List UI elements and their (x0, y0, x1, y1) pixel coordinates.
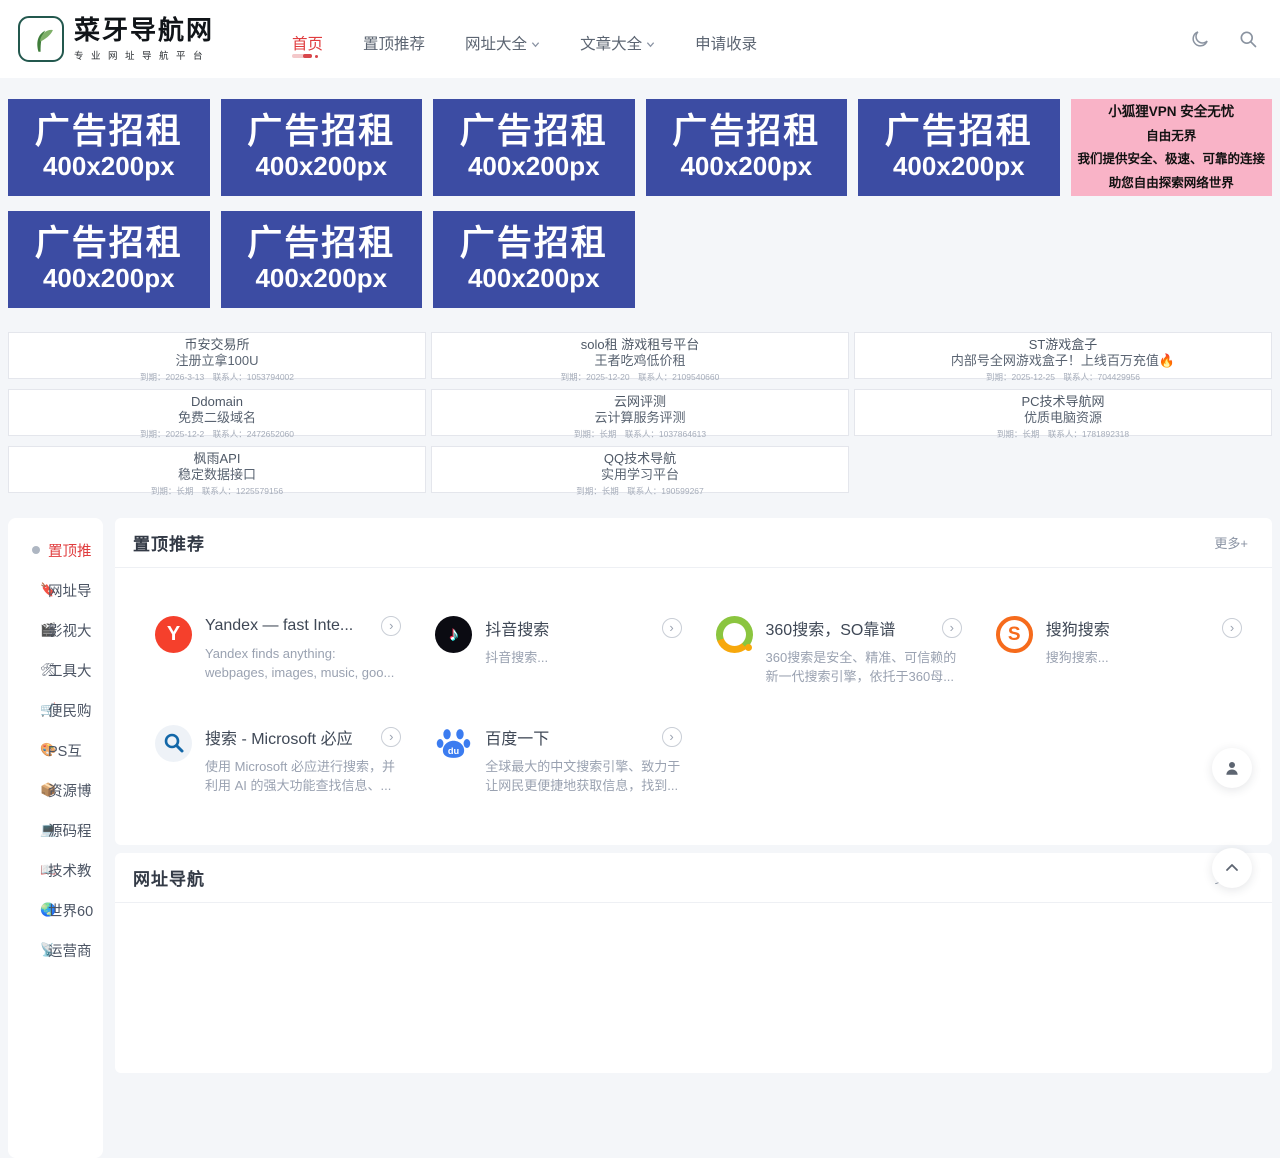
section-title: 网址导航 (133, 865, 205, 890)
site-card-bing[interactable]: 搜索 - Microsoft 必应 › 使用 Microsoft 必应进行搜索，… (155, 725, 401, 796)
site-card-360search[interactable]: 360搜索，SO靠谱 › 360搜索是安全、精准、可信赖的新一代搜索引擎，依托于… (716, 616, 962, 687)
ad-banner-line1: 广告招租 (35, 113, 183, 152)
vpn-ad-line: 助您自由探索网络世界 (1109, 172, 1234, 195)
sidebar-item-sourcecode[interactable]: 💻 源码程 (8, 810, 103, 850)
sidebar-item-websites[interactable]: 🔖 网址导 (8, 570, 103, 610)
text-ad-solo-rent[interactable]: solo租 游戏租号平台 王者吃鸡低价租 到期：2025-12-20 联系人：2… (431, 332, 849, 379)
ad-banner[interactable]: 广告招租 400x200px (433, 99, 635, 196)
ad-banner[interactable]: 广告招租 400x200px (433, 211, 635, 308)
ad-banner[interactable]: 广告招租 400x200px (8, 211, 210, 308)
site-card-sogou[interactable]: S 搜狗搜索 › 搜狗搜索... (996, 616, 1242, 687)
site-card-douyin[interactable]: ♪ 抖音搜索 › 抖音搜索... (435, 616, 681, 687)
sogou-icon: S (996, 616, 1033, 653)
sidebar-item-shopping[interactable]: 🛒 便民购 (8, 690, 103, 730)
text-ad-ddomain[interactable]: Ddomain 免费二级域名 到期：2025-12-2 联系人：24726520… (8, 389, 426, 436)
ad-banner[interactable]: 广告招租 400x200px (858, 99, 1060, 196)
site-title: 菜牙导航网 (74, 16, 214, 45)
person-icon (1223, 759, 1241, 777)
text-ad-qq-tech[interactable]: QQ技术导航 实用学习平台 到期：长期 联系人：190599267 (431, 446, 849, 493)
nav-submit-label: 申请收录 (695, 32, 757, 54)
arrow-right-icon[interactable]: › (662, 618, 682, 638)
chevron-up-icon (1224, 860, 1240, 876)
arrow-right-icon[interactable]: › (662, 727, 682, 747)
sidebar-item-operators[interactable]: 📡 运营商 (8, 930, 103, 970)
nav-home-label: 首页 (292, 32, 323, 54)
vpn-ad-line: 自由无界 (1146, 125, 1196, 148)
ad-banner[interactable]: 广告招租 400x200px (221, 99, 423, 196)
douyin-icon: ♪ (435, 616, 472, 653)
svg-text:du: du (448, 746, 460, 756)
site-card-grid: Y Yandex — fast Inte... › Yandex finds a… (115, 568, 1272, 795)
text-ad-yunwang[interactable]: 云网评测 云计算服务评测 到期：长期 联系人：1037864613 (431, 389, 849, 436)
chevron-down-icon (646, 40, 655, 49)
ad-banner[interactable]: 广告招租 400x200px (646, 99, 848, 196)
active-bullet-icon (32, 546, 40, 554)
text-ad-grid: 币安交易所 注册立拿100U 到期：2026-3-13 联系人：10537940… (8, 332, 1272, 493)
bing-search-icon (155, 725, 192, 762)
sidebar-item-ps[interactable]: 🎨 PS互 (8, 730, 103, 770)
360-search-icon (716, 616, 753, 653)
ad-banner[interactable]: 广告招租 400x200px (8, 99, 210, 196)
sidebar-item-tools[interactable]: 🛠 工具大 (8, 650, 103, 690)
user-profile-button[interactable] (1212, 748, 1252, 788)
vpn-ad-banner[interactable]: 小狐狸VPN 安全无忧 自由无界 我们提供安全、极速、可靠的连接 助您自由探索网… (1071, 99, 1273, 196)
vpn-ad-line: 小狐狸VPN 安全无忧 (1108, 100, 1234, 125)
more-link[interactable]: 更多+ (1214, 533, 1248, 552)
ad-banner-grid: 广告招租 400x200px 广告招租 400x200px 广告招租 400x2… (8, 99, 1272, 308)
arrow-right-icon[interactable]: › (381, 727, 401, 747)
nav-sites[interactable]: 网址大全 (465, 24, 540, 54)
header: 菜牙导航网 专业网址导航平台 首页 置顶推荐 网址大全 文章大全 申请收录 (0, 0, 1280, 78)
text-ad-pc-tech[interactable]: PC技术导航网 优质电脑资源 到期：长期 联系人：1781892318 (854, 389, 1272, 436)
text-ad-st-gamebox[interactable]: ST游戏盒子 内部号全网游戏盒子！上线百万充值🔥 到期：2025-12-25 联… (854, 332, 1272, 379)
nav-home[interactable]: 首页 (292, 24, 323, 54)
dark-mode-moon-icon[interactable] (1190, 29, 1210, 49)
chevron-down-icon (531, 40, 540, 49)
baidu-paw-icon: du (435, 725, 472, 762)
site-subtitle: 专业网址导航平台 (74, 48, 214, 62)
sidebar-item-tutorials[interactable]: 📖 技术教 (8, 850, 103, 890)
websites-section: 网址导航 更多+ (115, 853, 1272, 1073)
header-icons (1190, 29, 1258, 49)
text-ad-binance[interactable]: 币安交易所 注册立拿100U 到期：2026-3-13 联系人：10537940… (8, 332, 426, 379)
main-nav: 首页 置顶推荐 网址大全 文章大全 申请收录 (292, 24, 757, 54)
arrow-right-icon[interactable]: › (381, 616, 401, 636)
category-sidebar: 置顶推 🔖 网址导 🎬 影视大 🛠 工具大 🛒 便民购 🎨 PS互 📦 资源博 … (8, 518, 103, 1158)
sidebar-item-movies[interactable]: 🎬 影视大 (8, 610, 103, 650)
pinned-section: 置顶推荐 更多+ Y Yandex — fast Inte... › Yande… (115, 518, 1272, 845)
sidebar-item-world60[interactable]: 🌏 世界60 (8, 890, 103, 930)
nav-pinned[interactable]: 置顶推荐 (363, 24, 425, 54)
section-title: 置顶推荐 (133, 530, 205, 555)
sidebar-item-resources[interactable]: 📦 资源博 (8, 770, 103, 810)
active-underline (292, 54, 318, 58)
nav-sites-label: 网址大全 (465, 32, 527, 54)
nav-articles-label: 文章大全 (580, 32, 642, 54)
logo-text: 菜牙导航网 专业网址导航平台 (74, 16, 214, 63)
site-logo[interactable]: 菜牙导航网 专业网址导航平台 (18, 16, 214, 63)
ad-banner[interactable]: 广告招租 400x200px (221, 211, 423, 308)
search-icon[interactable] (1238, 29, 1258, 49)
ad-banner-line2: 400x200px (43, 151, 175, 182)
arrow-right-icon[interactable]: › (1222, 618, 1242, 638)
arrow-right-icon[interactable]: › (942, 618, 962, 638)
nav-submit[interactable]: 申请收录 (695, 24, 757, 54)
logo-sprout-icon (18, 16, 64, 62)
vpn-ad-line: 我们提供安全、极速、可靠的连接 (1077, 148, 1265, 171)
nav-pinned-label: 置顶推荐 (363, 32, 425, 54)
nav-articles[interactable]: 文章大全 (580, 24, 655, 54)
yandex-icon: Y (155, 616, 192, 653)
sidebar-item-pinned[interactable]: 置顶推 (8, 530, 103, 570)
site-card-yandex[interactable]: Y Yandex — fast Inte... › Yandex finds a… (155, 616, 401, 687)
site-card-baidu[interactable]: du 百度一下 › 全球最大的中文搜索引擎、致力于让网民更便捷地获取信息，找到.… (435, 725, 681, 796)
text-ad-fengyu-api[interactable]: 枫雨API 稳定数据接口 到期：长期 联系人：1225579156 (8, 446, 426, 493)
back-to-top-button[interactable] (1212, 848, 1252, 888)
